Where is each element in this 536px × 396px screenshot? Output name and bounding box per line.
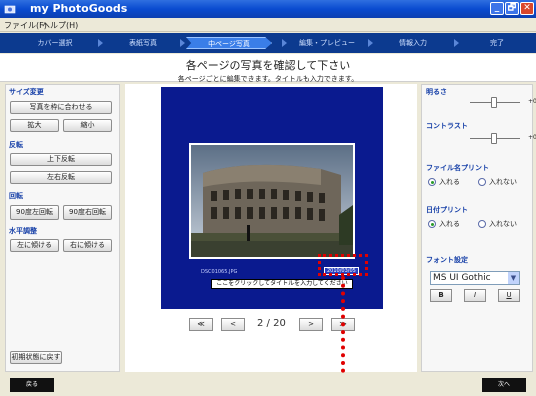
brightness-slider[interactable]: +0	[470, 97, 536, 109]
annotation-highlight-box	[318, 254, 368, 276]
maximize-button[interactable]: 🗗	[505, 2, 519, 15]
page-navigator: ≪ < 2 / 20 > ≫	[125, 318, 417, 334]
chevron-right-icon	[98, 39, 103, 47]
footer-bar: 戻る 次へ	[0, 376, 536, 396]
next-button[interactable]: 次へ	[482, 378, 526, 392]
zoom-out-button[interactable]: 縮小	[63, 119, 112, 132]
page-canvas-panel: DSC01065.JPG 2010/03/05 ここをクリックしてタイトルを入力…	[125, 84, 417, 372]
chevron-right-icon	[282, 39, 287, 47]
rotate-section-label: 回転	[9, 192, 23, 200]
level-section-label: 水平調整	[9, 227, 37, 235]
menu-help[interactable]: ヘルプ(H)	[42, 20, 78, 31]
italic-button[interactable]: I	[464, 289, 486, 302]
reset-button[interactable]: 初期状態に戻す	[10, 351, 62, 364]
flip-section-label: 反転	[9, 141, 23, 149]
underline-button[interactable]: U	[498, 289, 520, 302]
brightness-value: +0	[528, 98, 536, 105]
brightness-label: 明るさ	[426, 88, 447, 96]
step-edit-preview: 編集・プレビュー	[299, 39, 355, 47]
chevron-right-icon	[454, 39, 459, 47]
date-on-radio[interactable]: 入れる	[428, 219, 460, 229]
filename-off-radio[interactable]: 入れない	[478, 177, 517, 187]
minimize-button[interactable]: _	[490, 2, 504, 15]
size-section-label: サイズ変更	[9, 88, 44, 96]
page-subtitle: 各ページごとに編集できます。タイトルも入力できます。	[177, 75, 359, 83]
title-bar: my PhotoGoods _ 🗗 ✕	[0, 0, 536, 18]
radio-label: 入れない	[489, 220, 517, 228]
window-title: my PhotoGoods	[30, 2, 128, 15]
photo-frame[interactable]	[189, 143, 355, 259]
app-icon	[4, 5, 16, 14]
chevron-down-icon[interactable]: ▼	[508, 272, 519, 284]
radio-icon	[478, 178, 486, 186]
step-complete: 完了	[490, 39, 504, 47]
radio-icon	[478, 220, 486, 228]
back-button[interactable]: 戻る	[10, 378, 54, 392]
contrast-slider[interactable]: +0	[470, 133, 536, 145]
page-heading: 各ページの写真を確認して下さい 各ページごとに編集できます。タイトルも入力できま…	[0, 54, 536, 83]
chevron-right-icon	[368, 39, 373, 47]
filename-print-label: ファイル名プリント	[426, 164, 489, 172]
colosseum-photo	[191, 145, 353, 257]
next-page-button[interactable]: >	[299, 318, 323, 331]
radio-label: 入れない	[489, 178, 517, 186]
contrast-value: +0	[528, 134, 536, 141]
radio-selected-icon	[428, 178, 436, 186]
step-info-input: 情報入力	[399, 39, 427, 47]
date-print-label: 日付プリント	[426, 206, 468, 214]
radio-selected-icon	[428, 220, 436, 228]
fit-to-frame-button[interactable]: 写真を枠に合わせる	[10, 101, 112, 114]
title-input[interactable]: ここをクリックしてタイトルを入力してください	[211, 279, 353, 289]
font-select-value: MS UI Gothic	[433, 273, 491, 283]
zoom-in-button[interactable]: 拡大	[10, 119, 59, 132]
font-settings-label: フォント設定	[426, 256, 468, 264]
filename-on-radio[interactable]: 入れる	[428, 177, 460, 187]
rotate-left-button[interactable]: 90度左回転	[10, 205, 59, 220]
contrast-label: コントラスト	[426, 122, 468, 130]
page-indicator: 2 / 20	[257, 318, 286, 329]
date-off-radio[interactable]: 入れない	[478, 219, 517, 229]
menu-file[interactable]: ファイル(F)	[4, 20, 47, 31]
radio-label: 入れる	[439, 178, 460, 186]
bold-button[interactable]: B	[430, 289, 452, 302]
slider-thumb[interactable]	[491, 97, 497, 108]
flip-horizontal-button[interactable]: 左右反転	[10, 171, 112, 184]
rotate-right-button[interactable]: 90度右回転	[63, 205, 112, 220]
photo-filename: DSC01065.JPG	[201, 269, 238, 275]
radio-label: 入れる	[439, 220, 460, 228]
menu-bar: ファイル(F) ヘルプ(H)	[0, 18, 536, 32]
step-inner-photos: 中ページ写真	[186, 37, 272, 49]
adjust-panel: 明るさ +0 コントラスト +0 ファイル名プリント 入れる 入れない 日付プリ…	[421, 84, 536, 372]
prev-page-button[interactable]: <	[221, 318, 245, 331]
slider-thumb[interactable]	[491, 133, 497, 144]
page-title: 各ページの写真を確認して下さい	[185, 59, 351, 72]
first-page-button[interactable]: ≪	[189, 318, 213, 331]
chevron-right-icon	[180, 39, 185, 47]
font-select[interactable]: MS UI Gothic ▼	[430, 271, 520, 285]
tilt-left-button[interactable]: 左に傾ける	[10, 239, 59, 252]
edit-tools-panel: サイズ変更 写真を枠に合わせる 拡大 縮小 反転 上下反転 左右反転 回転 90…	[5, 84, 120, 372]
close-button[interactable]: ✕	[520, 2, 534, 15]
flip-vertical-button[interactable]: 上下反転	[10, 153, 112, 166]
step-front-photo: 表紙写真	[129, 39, 157, 47]
step-bar: カバー選択 表紙写真 中ページ写真 編集・プレビュー 情報入力 完了	[0, 33, 536, 53]
step-cover: カバー選択	[37, 39, 73, 47]
tilt-right-button[interactable]: 右に傾ける	[63, 239, 112, 252]
